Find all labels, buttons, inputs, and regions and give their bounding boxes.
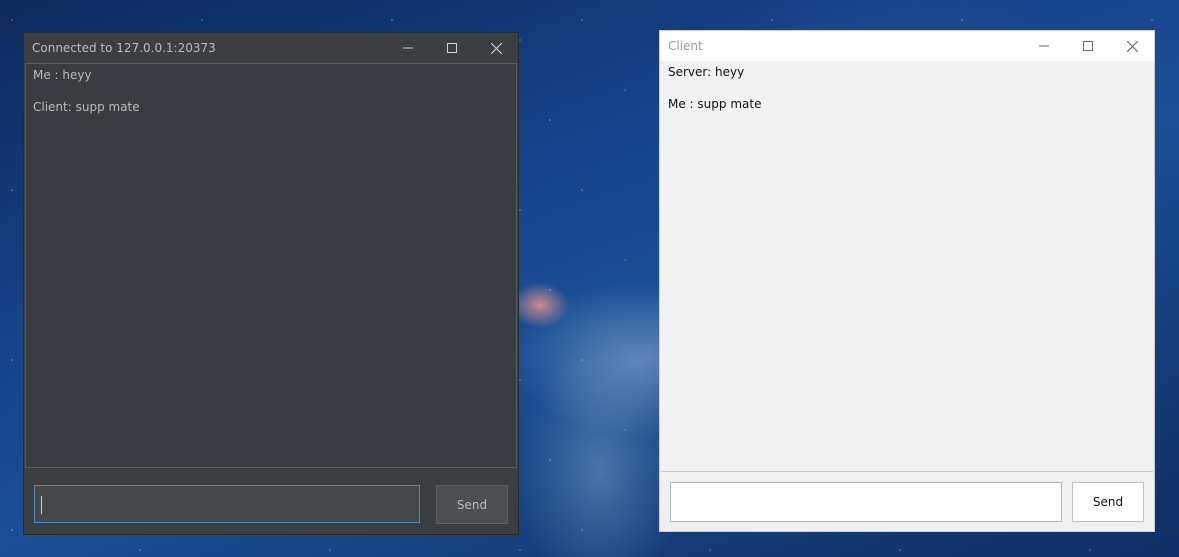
close-icon xyxy=(490,42,502,54)
close-button[interactable] xyxy=(1110,31,1154,61)
server-window-title: Connected to 127.0.0.1:20373 xyxy=(32,41,216,55)
maximize-button[interactable] xyxy=(430,33,474,63)
client-titlebar[interactable]: Client xyxy=(660,31,1154,61)
maximize-button[interactable] xyxy=(1066,31,1110,61)
text-caret xyxy=(41,496,42,514)
server-window: Connected to 127.0.0.1:20373 Me : heyy C… xyxy=(23,32,519,535)
send-button[interactable]: Send xyxy=(1072,482,1144,522)
minimize-button[interactable] xyxy=(1022,31,1066,61)
send-button[interactable]: Send xyxy=(436,485,508,524)
minimize-icon xyxy=(403,47,413,49)
chat-message: Me : supp mate xyxy=(668,97,762,111)
minimize-button[interactable] xyxy=(386,33,430,63)
close-button[interactable] xyxy=(474,33,518,63)
message-input[interactable] xyxy=(34,485,420,523)
chat-message: Client: supp mate xyxy=(33,100,140,114)
server-titlebar[interactable]: Connected to 127.0.0.1:20373 xyxy=(24,33,518,63)
message-input[interactable] xyxy=(670,482,1062,522)
chat-message: Me : heyy xyxy=(33,68,92,82)
maximize-icon xyxy=(1083,41,1093,51)
client-window-title: Client xyxy=(668,39,703,53)
desktop: Connected to 127.0.0.1:20373 Me : heyy C… xyxy=(0,0,1179,557)
chat-message: Server: heyy xyxy=(668,65,745,79)
maximize-icon xyxy=(447,43,457,53)
chat-log[interactable]: Server: heyy Me : supp mate xyxy=(661,61,1153,472)
minimize-icon xyxy=(1039,45,1049,47)
client-window: Client Server: heyy Me : supp mate Send xyxy=(659,30,1155,532)
close-icon xyxy=(1126,40,1138,52)
chat-log[interactable]: Me : heyy Client: supp mate xyxy=(25,63,517,468)
